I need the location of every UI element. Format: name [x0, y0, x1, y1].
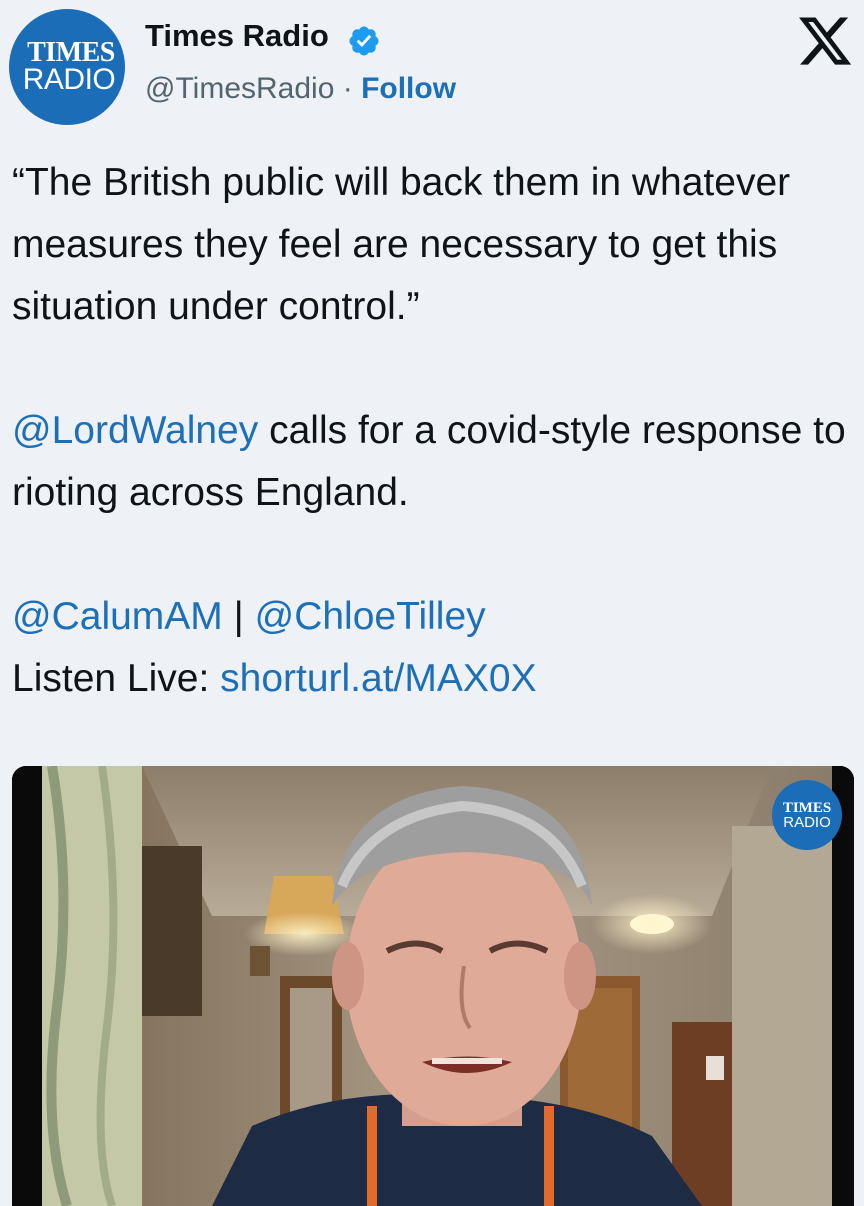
wall-picture [142, 846, 202, 1016]
video-times-radio-logo: TIMES RADIO [772, 780, 842, 850]
presenters-line: @CalumAM | @ChloeTilley [12, 586, 852, 648]
mention-chloetilley[interactable]: @ChloeTilley [255, 595, 486, 638]
right-wall [732, 826, 832, 1206]
tweet-header: TIMES RADIO Times Radio @TimesRadio · Fo… [0, 0, 864, 130]
mention-lordwalney[interactable]: @LordWalney [12, 409, 258, 452]
listen-live-link[interactable]: shorturl.at/MAX0X [220, 657, 536, 700]
handle-separator: · [334, 72, 362, 105]
ceiling-light-glow [592, 894, 712, 954]
embedded-video[interactable]: TIMES RADIO [12, 766, 854, 1206]
handle[interactable]: @TimesRadio [145, 72, 334, 105]
display-name[interactable]: Times Radio [145, 18, 329, 54]
listen-live-label: Listen Live: [12, 657, 221, 700]
x-logo-icon[interactable] [796, 12, 854, 70]
tweet-sentence: @LordWalney calls for a covid-style resp… [12, 400, 852, 524]
tweet-body: “The British public will back them in wh… [12, 152, 852, 710]
handle-row: @TimesRadio · Follow [145, 72, 456, 106]
tweet-quote: “The British public will back them in wh… [12, 161, 791, 328]
verified-badge-icon [349, 26, 379, 56]
presenters-divider: | [222, 595, 255, 638]
mention-calumam[interactable]: @CalumAM [12, 595, 223, 638]
video-logo-text-times: TIMES [782, 799, 832, 816]
times-radio-avatar[interactable]: TIMES RADIO [9, 9, 125, 125]
avatar-text-radio: RADIO [22, 63, 116, 96]
listen-live-line: Listen Live: shorturl.at/MAX0X [12, 648, 852, 710]
video-frame [12, 766, 854, 1206]
video-logo-text-radio: RADIO [783, 813, 831, 831]
wall-lamp-base [250, 946, 270, 976]
follow-button[interactable]: Follow [361, 72, 456, 105]
